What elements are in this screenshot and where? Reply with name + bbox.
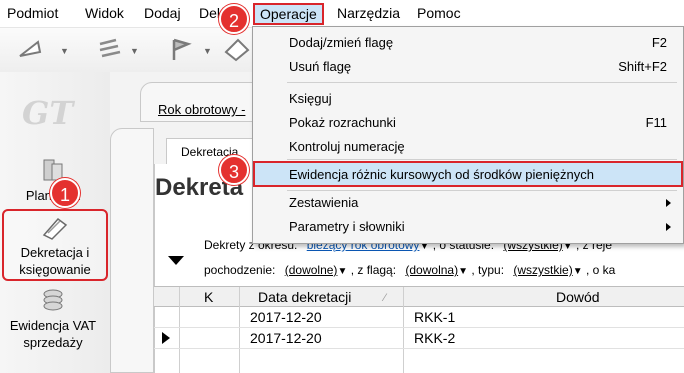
menu-pomoc[interactable]: Pomoc — [417, 5, 461, 21]
cell-date: 2017-12-20 — [250, 309, 322, 325]
menu-item-label: Zestawienia — [289, 195, 359, 210]
menu-item-reports[interactable]: Zestawienia — [253, 191, 683, 215]
filter-origin-value[interactable]: (dowolne) — [285, 263, 338, 277]
left-navigation: GT Plan kont Dekretacja i księgowanie Ew… — [0, 72, 110, 373]
step-marker-2: 2 — [219, 4, 249, 34]
step-marker-1: 1 — [50, 178, 80, 208]
menu-item-shortcut: Shift+F2 — [618, 59, 667, 74]
nav-item-dekretacja[interactable]: Dekretacja i księgowanie — [2, 209, 108, 281]
submenu-arrow-icon — [666, 223, 671, 231]
chevron-down-icon[interactable]: ▼ — [458, 266, 468, 277]
chevron-down-icon[interactable]: ▼ — [60, 46, 69, 56]
lines-tool-icon[interactable] — [96, 36, 126, 62]
app-logo: GT — [22, 94, 74, 132]
menu-item-check-numbering[interactable]: Kontroluj numerację — [253, 135, 683, 159]
nav-item-ewidencja-vat[interactable]: Ewidencja VAT sprzedaży — [0, 286, 106, 351]
chevron-down-icon[interactable]: ▼ — [573, 266, 583, 277]
menu-item-label: Pokaż rozrachunki — [289, 115, 396, 130]
menu-item-label: Księguj — [289, 91, 332, 106]
filter-line-2: pochodzenie: (dowolne)▼ , z flagą: (dowo… — [204, 263, 615, 277]
expand-filters-icon[interactable] — [168, 256, 184, 265]
filter-ka-label: , o ka — [585, 263, 616, 277]
menu-widok[interactable]: Widok — [85, 5, 124, 21]
filter-type-value[interactable]: (wszystkie) — [513, 263, 572, 277]
arrow-tool-icon[interactable] — [16, 36, 46, 62]
nav-label: Ewidencja VAT sprzedaży — [9, 318, 97, 350]
filter-flag-label: , z flagą: — [350, 263, 397, 277]
menu-item-label: Dodaj/zmień flagę — [289, 35, 394, 50]
menu-narzedzia[interactable]: Narzędzia — [337, 5, 400, 21]
menu-bar: Podmiot Widok Dodaj Dekre Operacje Narzę… — [0, 0, 684, 28]
menu-podmiot[interactable]: Podmiot — [7, 5, 58, 21]
menu-item-shortcut: F11 — [645, 115, 667, 130]
period-label[interactable]: Rok obrotowy - — [158, 102, 245, 117]
chevron-down-icon[interactable]: ▼ — [337, 266, 347, 277]
menu-separator — [287, 82, 677, 83]
column-header-document[interactable]: Dowód — [556, 289, 600, 305]
flag-tool-icon[interactable] — [166, 36, 196, 62]
eraser-tool-icon[interactable] — [222, 36, 252, 62]
filter-type-label: , typu: — [471, 263, 505, 277]
step-marker-3: 3 — [219, 155, 249, 185]
tab-strip — [110, 128, 154, 373]
operacje-menu: Dodaj/zmień flagę F2 Usuń flagę Shift+F2… — [252, 26, 684, 244]
filter-flag-value[interactable]: (dowolna) — [405, 263, 458, 277]
nav-label: Dekretacja i księgowanie — [19, 245, 91, 277]
menu-item-show-settlements[interactable]: Pokaż rozrachunki F11 — [253, 111, 683, 135]
menu-item-exchange-differences[interactable]: Ewidencja różnic kursowych od środków pi… — [253, 161, 683, 187]
decree-grid: K Data dekretacji ⁄ Dowód 2017-12-20 RKK… — [154, 286, 684, 373]
cell-document: RKK-2 — [414, 330, 456, 346]
table-row[interactable]: 2017-12-20 RKK-2 — [154, 328, 684, 349]
menu-item-shortcut: F2 — [651, 35, 667, 50]
cell-document: RKK-1 — [414, 309, 456, 325]
menu-item-label: Ewidencja różnic kursowych od środków pi… — [289, 167, 594, 182]
chevron-down-icon[interactable]: ▼ — [203, 46, 212, 56]
menu-separator — [287, 159, 677, 160]
cell-date: 2017-12-20 — [250, 330, 322, 346]
current-row-icon — [162, 332, 170, 344]
menu-dodaj[interactable]: Dodaj — [144, 5, 181, 21]
menu-item-label: Usuń flagę — [289, 59, 352, 74]
ewidencja-vat-icon — [43, 289, 63, 311]
menu-operacje[interactable]: Operacje — [253, 3, 324, 25]
submenu-arrow-icon — [666, 199, 671, 207]
dekretacja-icon — [42, 217, 68, 240]
menu-item-remove-flag[interactable]: Usuń flagę Shift+F2 — [253, 55, 683, 79]
menu-item-add-flag[interactable]: Dodaj/zmień flagę F2 — [253, 31, 683, 55]
filter-origin-label: pochodzenie: — [204, 263, 276, 277]
menu-item-label: Kontroluj numerację — [289, 139, 405, 154]
chevron-down-icon[interactable]: ▼ — [130, 46, 139, 56]
table-row[interactable]: 2017-12-20 RKK-1 — [154, 307, 684, 328]
menu-item-label: Parametry i słowniki — [289, 219, 405, 234]
menu-item-parameters[interactable]: Parametry i słowniki — [253, 215, 683, 239]
menu-item-post[interactable]: Księguj — [253, 87, 683, 111]
